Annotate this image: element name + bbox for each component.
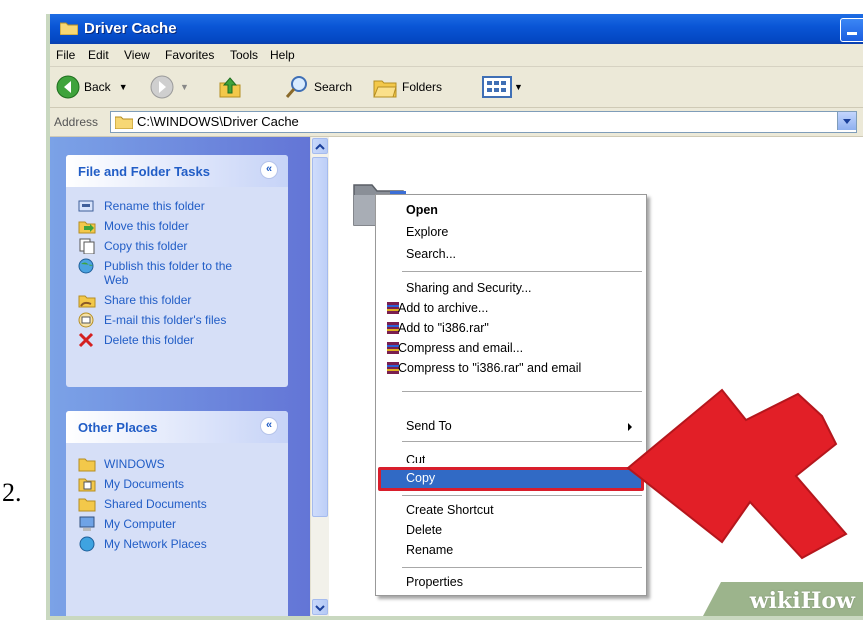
step-number: 2. — [2, 478, 22, 507]
wikihow-watermark: wikiHow — [703, 582, 863, 616]
watermark-text: wikiHow — [749, 588, 855, 614]
pointer-arrow-annotation — [626, 388, 848, 560]
explorer-window: Driver Cache File Edit View Favorites To… — [46, 14, 863, 620]
